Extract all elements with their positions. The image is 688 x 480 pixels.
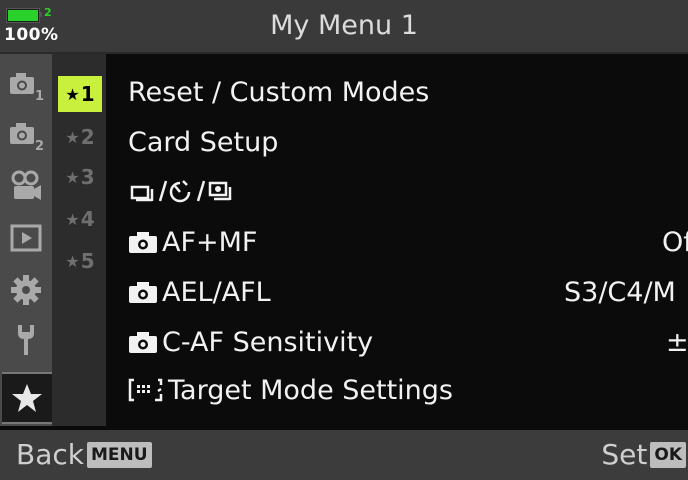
tab-number: 5 bbox=[80, 249, 95, 273]
playback-icon bbox=[10, 224, 42, 252]
camera-icon bbox=[129, 282, 157, 303]
set-button[interactable]: Set OK bbox=[601, 438, 686, 471]
menu-item-value: ±( bbox=[666, 326, 688, 358]
sidebar-item-shooting-menu-1[interactable]: 1 bbox=[0, 62, 52, 110]
sidebar-item-custom-menu[interactable] bbox=[0, 266, 52, 314]
af-target-icon bbox=[128, 378, 163, 402]
menu-item-label: AEL/AFL bbox=[162, 276, 271, 308]
sidebar-item-shooting-menu-2[interactable]: 2 bbox=[0, 112, 52, 160]
camera-icon bbox=[129, 232, 157, 253]
tab-my-menu-1[interactable]: ★ 1 bbox=[58, 76, 102, 112]
menu-key-icon: MENU bbox=[86, 441, 152, 468]
sidebar-item-playback-menu[interactable] bbox=[0, 214, 52, 262]
menu-item-drive-timer-antishock[interactable] bbox=[128, 170, 248, 210]
tab-number: 1 bbox=[80, 82, 95, 106]
sidebar-item-my-menu[interactable] bbox=[2, 372, 52, 424]
menu-item-af-mf[interactable]: AF+MF bbox=[128, 222, 257, 262]
anti-shock-icon bbox=[208, 181, 232, 201]
tab-my-menu-4[interactable]: ★ 4 bbox=[56, 200, 104, 238]
menu-item-target-mode-settings[interactable]: Target Mode Settings bbox=[128, 370, 453, 410]
button-guide-bar: Back MENU Set OK bbox=[0, 430, 688, 480]
tab-my-menu-3[interactable]: ★ 3 bbox=[56, 158, 104, 196]
sidebar-item-video-menu[interactable] bbox=[0, 162, 52, 210]
page-title: My Menu 1 bbox=[270, 10, 418, 41]
star-icon: ★ bbox=[65, 127, 80, 147]
tab-number: 4 bbox=[80, 207, 95, 231]
back-label: Back bbox=[16, 438, 84, 471]
gear-icon bbox=[11, 275, 41, 305]
sidebar-item-setup-menu[interactable] bbox=[0, 316, 52, 364]
menu-item-card-setup[interactable]: Card Setup bbox=[128, 122, 278, 162]
menu-item-c-af-sensitivity[interactable]: C-AF Sensitivity bbox=[128, 322, 373, 362]
star-icon bbox=[12, 384, 42, 412]
star-icon: ★ bbox=[65, 209, 80, 229]
back-button[interactable]: Back MENU bbox=[16, 438, 152, 471]
video-camera-icon bbox=[11, 170, 41, 200]
ok-key-icon: OK bbox=[650, 441, 686, 468]
tab-my-menu-5[interactable]: ★ 5 bbox=[56, 242, 104, 280]
wrench-icon bbox=[18, 325, 34, 355]
camera-1-icon: 1 bbox=[10, 73, 44, 103]
menu-item-label: Card Setup bbox=[128, 126, 279, 158]
svg-text:1: 1 bbox=[35, 89, 44, 103]
drive-timer-antishock-icons bbox=[130, 180, 232, 203]
menu-item-value: Of bbox=[662, 226, 688, 258]
menu-item-label: Target Mode Settings bbox=[168, 374, 454, 406]
menu-item-label: Reset / Custom Modes bbox=[128, 76, 430, 108]
title-bar: 2 100% My Menu 1 bbox=[0, 0, 688, 54]
my-menu-page-tabs: ★ 1 ★ 2 ★ 3 ★ 4 ★ 5 bbox=[52, 54, 106, 426]
menu-category-sidebar: 1 2 bbox=[0, 54, 52, 426]
camera-2-icon: 2 bbox=[10, 123, 44, 153]
tab-number: 3 bbox=[80, 165, 95, 189]
self-timer-icon bbox=[169, 180, 191, 203]
menu-list: Reset / Custom Modes Card Setup AF+MF O … bbox=[106, 54, 688, 426]
star-icon: ★ bbox=[65, 251, 80, 271]
menu-item-reset-custom-modes[interactable]: Reset / Custom Modes bbox=[128, 72, 429, 112]
star-icon: ★ bbox=[65, 84, 80, 104]
tab-number: 2 bbox=[80, 125, 95, 149]
svg-text:2: 2 bbox=[35, 139, 44, 153]
set-label: Set bbox=[601, 438, 648, 471]
menu-item-label: C-AF Sensitivity bbox=[162, 326, 374, 358]
camera-icon bbox=[129, 332, 157, 353]
tab-my-menu-2[interactable]: ★ 2 bbox=[56, 118, 104, 156]
star-icon: ★ bbox=[65, 167, 80, 187]
menu-item-ael-afl[interactable]: AEL/AFL bbox=[128, 272, 271, 312]
menu-item-label: AF+MF bbox=[162, 226, 258, 258]
menu-item-value: S3/C4/M bbox=[564, 276, 676, 308]
drive-sequential-icon bbox=[130, 185, 154, 202]
